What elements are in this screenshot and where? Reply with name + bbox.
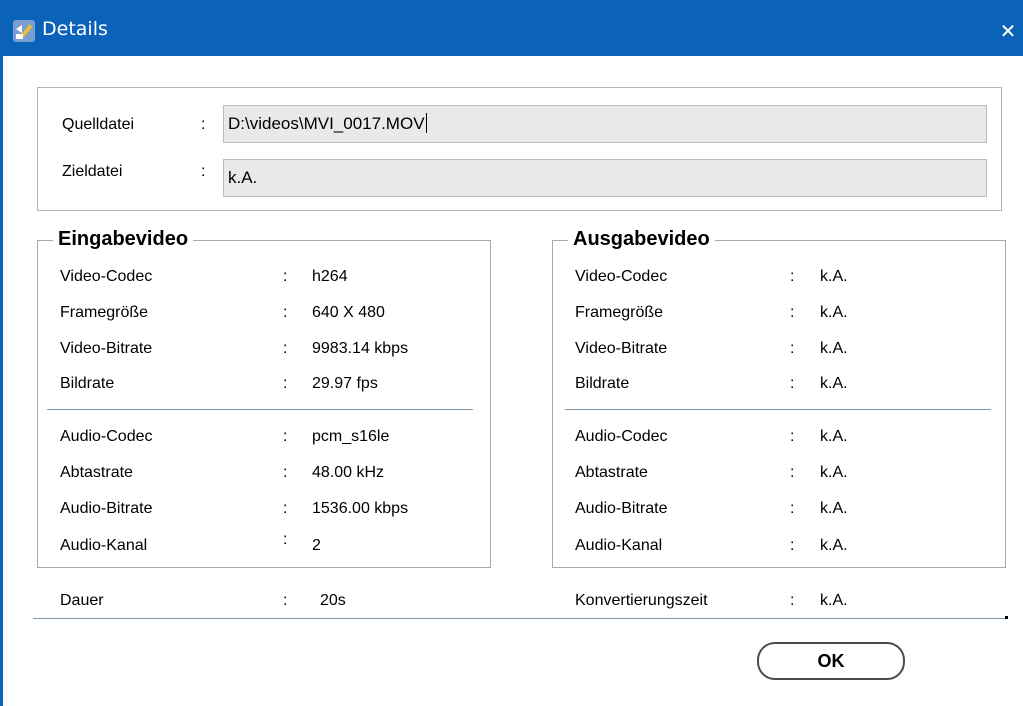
- output-audio-channel-label: Audio-Kanal: [575, 537, 663, 554]
- target-file-label: Zieldatei: [62, 163, 123, 180]
- conversion-time-label: Konvertierungszeit: [575, 592, 708, 609]
- output-frame-rate-label: Bildrate: [575, 375, 630, 392]
- output-sample-rate-value: k.A.: [820, 464, 848, 481]
- output-video-codec-label: Video-Codec: [575, 268, 668, 285]
- input-audio-bitrate-value: 1536.00 kbps: [312, 500, 409, 517]
- colon: :: [283, 592, 288, 609]
- input-frame-rate-label: Bildrate: [60, 375, 115, 392]
- input-video-bitrate-label: Video-Bitrate: [60, 340, 153, 357]
- input-frame-size-value: 640 X 480: [312, 304, 385, 321]
- close-button[interactable]: ✕: [996, 19, 1020, 43]
- colon: :: [283, 428, 288, 445]
- target-file-field[interactable]: k.A.: [223, 159, 987, 197]
- input-audio-channel-value: 2: [312, 537, 321, 554]
- source-file-label: Quelldatei: [62, 116, 135, 133]
- colon: :: [201, 116, 206, 133]
- output-frame-size-value: k.A.: [820, 304, 848, 321]
- output-audio-codec-label: Audio-Codec: [575, 428, 668, 445]
- output-video-group: [552, 240, 1006, 568]
- input-video-title: Eingabevideo: [53, 228, 194, 251]
- colon: :: [790, 537, 795, 554]
- input-frame-rate-value: 29.97 fps: [312, 375, 378, 392]
- input-video-bitrate-value: 9983.14 kbps: [312, 340, 409, 357]
- colon: :: [283, 268, 288, 285]
- target-file-value: k.A.: [228, 168, 258, 187]
- input-audio-codec-value: pcm_s16le: [312, 428, 390, 445]
- duration-label: Dauer: [60, 592, 104, 609]
- colon: :: [283, 531, 288, 548]
- duration-value: 20s: [320, 592, 346, 609]
- colon: :: [283, 304, 288, 321]
- colon: :: [283, 340, 288, 357]
- app-logo-icon: [13, 20, 35, 42]
- input-video-codec-label: Video-Codec: [60, 268, 153, 285]
- colon: :: [283, 375, 288, 392]
- conversion-time-value: k.A.: [820, 592, 848, 609]
- output-frame-rate-value: k.A.: [820, 375, 848, 392]
- input-frame-size-label: Framegröße: [60, 304, 149, 321]
- window-title: Details: [42, 18, 108, 40]
- output-audio-channel-value: k.A.: [820, 537, 848, 554]
- input-separator: [47, 409, 473, 410]
- colon: :: [201, 163, 206, 180]
- details-dialog: Details ✕ Quelldatei : D:\videos\MVI_001…: [0, 0, 1023, 706]
- output-video-codec-value: k.A.: [820, 268, 848, 285]
- window-border: [0, 56, 3, 706]
- colon: :: [790, 500, 795, 517]
- input-audio-bitrate-label: Audio-Bitrate: [60, 500, 153, 517]
- input-video-codec-value: h264: [312, 268, 348, 285]
- colon: :: [790, 428, 795, 445]
- output-audio-bitrate-value: k.A.: [820, 500, 848, 517]
- colon: :: [790, 268, 795, 285]
- source-file-field[interactable]: D:\videos\MVI_0017.MOV: [223, 105, 987, 143]
- input-sample-rate-label: Abtastrate: [60, 464, 133, 481]
- output-video-bitrate-value: k.A.: [820, 340, 848, 357]
- colon: :: [283, 464, 288, 481]
- input-audio-channel-label: Audio-Kanal: [60, 537, 148, 554]
- output-sample-rate-label: Abtastrate: [575, 464, 648, 481]
- colon: :: [790, 375, 795, 392]
- colon: :: [790, 464, 795, 481]
- title-bar[interactable]: Details ✕: [0, 0, 1023, 56]
- input-audio-codec-label: Audio-Codec: [60, 428, 153, 445]
- ok-button[interactable]: OK: [757, 642, 905, 680]
- output-video-title: Ausgabevideo: [568, 228, 715, 251]
- output-video-bitrate-label: Video-Bitrate: [575, 340, 668, 357]
- separator-end-mark: [1005, 616, 1008, 619]
- colon: :: [283, 500, 288, 517]
- colon: :: [790, 340, 795, 357]
- colon: :: [790, 304, 795, 321]
- colon: :: [790, 592, 795, 609]
- output-separator: [565, 409, 991, 410]
- text-caret: [425, 113, 427, 133]
- output-audio-codec-value: k.A.: [820, 428, 848, 445]
- output-frame-size-label: Framegröße: [575, 304, 664, 321]
- output-audio-bitrate-label: Audio-Bitrate: [575, 500, 668, 517]
- source-file-value: D:\videos\MVI_0017.MOV: [228, 114, 425, 133]
- close-icon: ✕: [999, 19, 1017, 43]
- input-video-group: [37, 240, 491, 568]
- bottom-separator: [33, 618, 1005, 619]
- input-sample-rate-value: 48.00 kHz: [312, 464, 385, 481]
